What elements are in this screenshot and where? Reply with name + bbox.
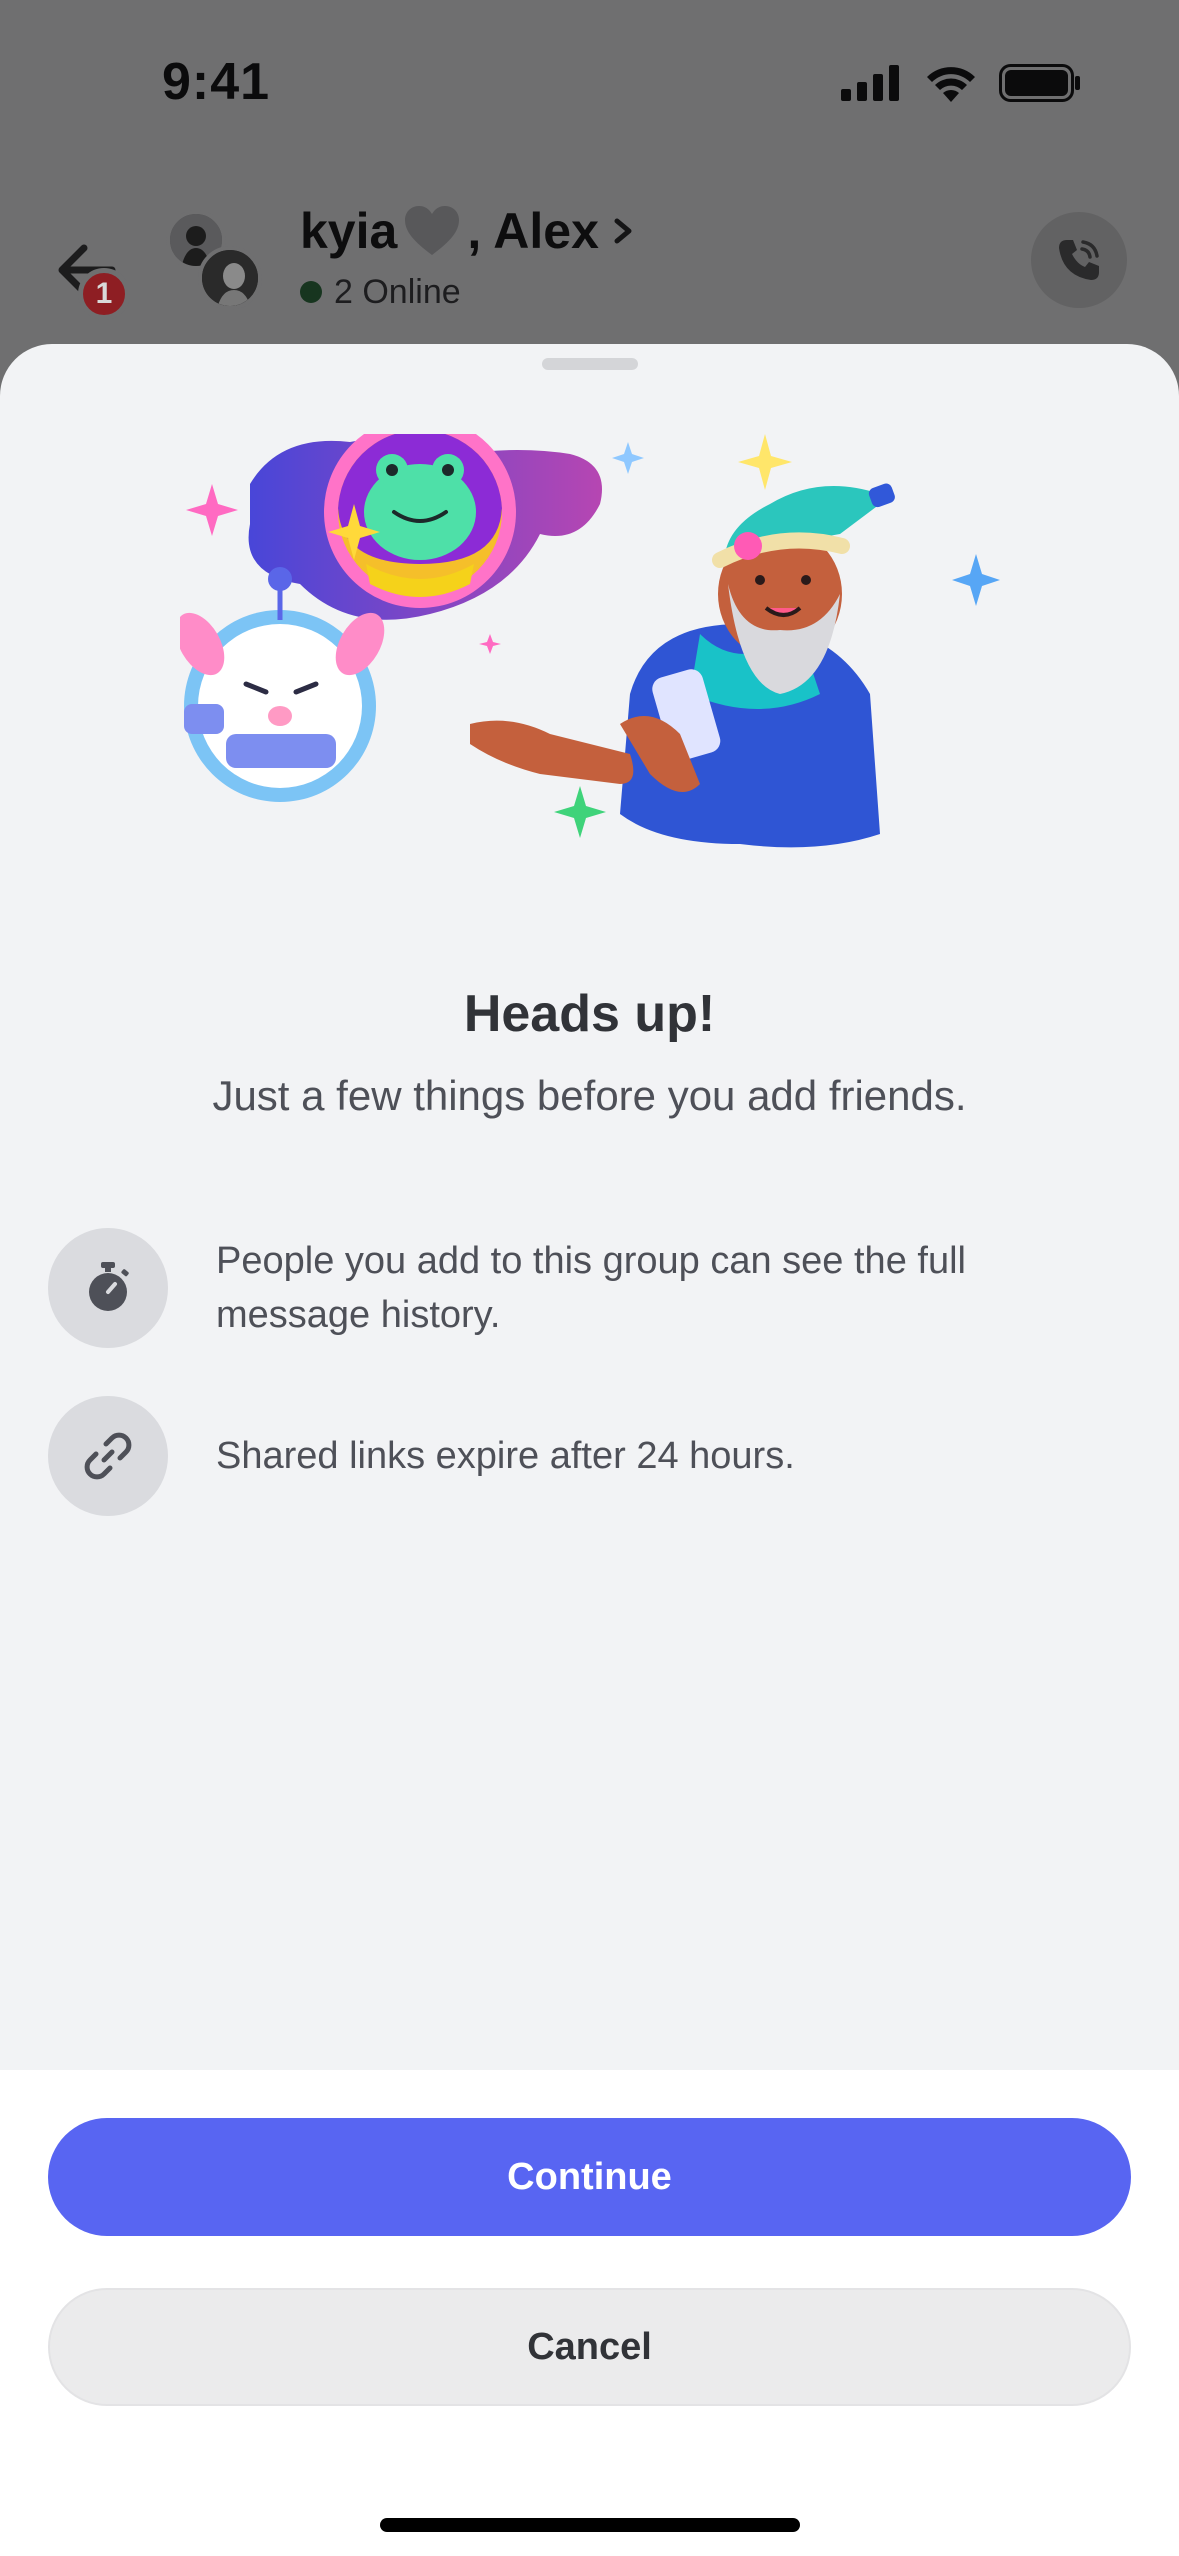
info-icon-container [48,1228,168,1348]
continue-button[interactable]: Continue [48,2118,1131,2236]
stopwatch-icon [89,1262,129,1311]
sheet-subtitle: Just a few things before you add friends… [212,1072,967,1119]
cancel-button[interactable]: Cancel [48,2288,1131,2406]
info-row-message-history: People you add to this group can see the… [48,1228,1138,1348]
phone-call-icon [1059,240,1099,280]
sheet-title: Heads up! [463,985,716,1043]
battery-icon [999,64,1080,102]
cellular-signal-icon [841,65,899,101]
online-status: 2 Online [300,270,461,314]
wifi-icon [927,67,975,102]
info-text: Shared links expire after 24 hours. [216,1435,795,1477]
info-row-shared-links: Shared links expire after 24 hours. [48,1396,1138,1516]
heads-up-illustration [180,434,1000,848]
info-text: People you add to this group can see the… [216,1240,966,1336]
home-indicator[interactable] [380,2518,800,2532]
online-status-text: 2 Online [334,272,461,311]
status-icons [841,64,1081,102]
sheet-footer: Continue Cancel [0,2070,1179,2556]
chevron-right-icon [614,218,632,244]
online-dot [300,281,322,303]
avatar [198,246,262,310]
unread-badge: 1 [78,268,130,320]
call-button[interactable] [1031,212,1127,308]
chat-title-name: kyia [300,203,398,259]
chat-title-rest: , Alex [467,203,599,259]
heart-icon [405,206,460,255]
info-icon-container [48,1396,168,1516]
chat-title[interactable]: kyia , Alex [300,198,639,264]
status-bar: 9:41 [0,0,1179,170]
link-icon [84,1432,132,1480]
sheet-grabber[interactable] [542,358,638,370]
status-time: 9:41 [162,53,271,111]
